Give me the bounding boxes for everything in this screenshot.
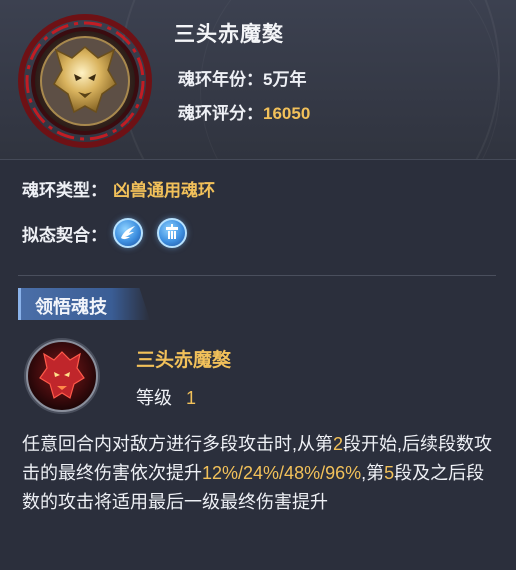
ring-year-row: 魂环年份：5万年 bbox=[178, 65, 306, 90]
desc-part: 任意回合内对敌方进行多段攻击时,从第 bbox=[22, 434, 333, 454]
wing-icon[interactable] bbox=[113, 218, 143, 248]
section-divider bbox=[18, 275, 496, 276]
section-tab: 领悟魂技 bbox=[18, 288, 150, 320]
ring-header: 三头赤魔獒 魂环年份：5万年 魂环评分：16050 bbox=[0, 0, 516, 160]
section-title: 领悟魂技 bbox=[35, 297, 107, 317]
skill-level-row: 等级 1 bbox=[136, 384, 196, 410]
skill-name: 三头赤魔獒 bbox=[136, 350, 232, 371]
skill-level-label: 等级 bbox=[136, 388, 172, 408]
ring-year-value: 5万年 bbox=[263, 70, 307, 89]
desc-highlight: 12%/24%/48%/96% bbox=[202, 463, 362, 483]
skill-description: 任意回合内对敌方进行多段攻击时,从第2段开始,后续段数攻击的最终伤害依次提升12… bbox=[22, 430, 498, 517]
ring-type-label: 魂环类型： bbox=[22, 181, 107, 200]
skill-level-value: 1 bbox=[186, 388, 197, 408]
mimic-row: 拟态契合： bbox=[22, 218, 187, 248]
skill-icon[interactable] bbox=[22, 336, 102, 416]
mimic-label: 拟态契合： bbox=[22, 225, 107, 245]
ring-score-label: 魂环评分： bbox=[178, 104, 263, 123]
desc-highlight: 2 bbox=[333, 434, 344, 454]
ring-score-row: 魂环评分：16050 bbox=[178, 99, 310, 124]
ring-year-label: 魂环年份： bbox=[178, 70, 263, 89]
soul-ring-icon[interactable] bbox=[18, 14, 153, 149]
ring-score-value: 16050 bbox=[263, 104, 311, 123]
ring-name: 三头赤魔獒 bbox=[174, 23, 284, 46]
ring-type-value: 凶兽通用魂环 bbox=[113, 181, 215, 200]
tower-icon[interactable] bbox=[157, 218, 187, 248]
desc-part: ,第 bbox=[361, 463, 385, 483]
ring-type-row: 魂环类型： 凶兽通用魂环 bbox=[22, 176, 215, 201]
desc-highlight: 5 bbox=[384, 463, 395, 483]
